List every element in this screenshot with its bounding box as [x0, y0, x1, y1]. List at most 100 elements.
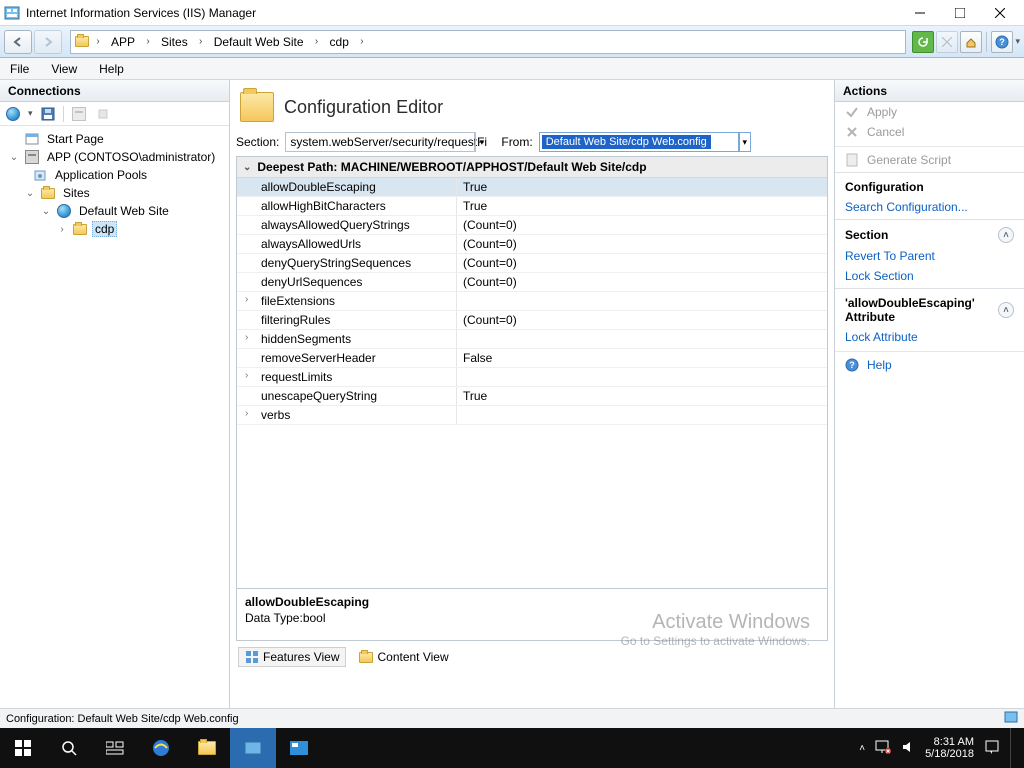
property-row[interactable]: allowDoubleEscapingTrue [237, 178, 827, 197]
menu-view[interactable]: View [47, 60, 81, 78]
collapse-icon[interactable]: ⌄ [8, 152, 20, 163]
tab-features-view[interactable]: Features View [238, 647, 346, 667]
tab-content-view[interactable]: Content View [352, 647, 455, 667]
taskbar-ie[interactable] [138, 728, 184, 768]
collapse-icon[interactable]: ⌄ [243, 162, 251, 173]
property-row[interactable]: removeServerHeaderFalse [237, 349, 827, 368]
folder-icon [40, 185, 56, 201]
property-row[interactable]: verbs [237, 406, 827, 425]
chevron-right-icon[interactable]: › [93, 36, 103, 47]
chevron-right-icon[interactable]: › [357, 36, 367, 47]
taskbar-app[interactable] [276, 728, 322, 768]
property-row[interactable]: denyQueryStringSequences(Count=0) [237, 254, 827, 273]
collapse-icon[interactable]: ˄ [998, 227, 1014, 243]
from-combo[interactable]: Default Web Site/cdp Web.config ▾ [539, 132, 751, 152]
chevron-right-icon[interactable]: › [312, 36, 322, 47]
tree-label: cdp [92, 221, 117, 237]
address-segment[interactable]: Default Web Site [210, 32, 308, 52]
property-row[interactable]: unescapeQueryStringTrue [237, 387, 827, 406]
show-desktop[interactable] [1010, 728, 1016, 768]
connections-panel: Connections ▾ Start Page ⌄ APP (CONTOSO\… [0, 80, 230, 708]
property-value[interactable]: True [457, 178, 827, 196]
property-value[interactable]: True [457, 387, 827, 405]
tray-up-icon[interactable]: ˄ [859, 743, 865, 754]
action-help[interactable]: ? Help [835, 351, 1024, 375]
volume-icon[interactable] [901, 740, 915, 757]
address-segment[interactable]: Sites [157, 32, 192, 52]
property-value[interactable]: (Count=0) [457, 216, 827, 234]
address-bar[interactable]: › APP › Sites › Default Web Site › cdp › [70, 30, 906, 54]
home-button[interactable] [960, 31, 982, 53]
stop-button[interactable] [936, 31, 958, 53]
dropdown-icon[interactable]: ▾ [1015, 36, 1020, 47]
property-row[interactable]: allowHighBitCharactersTrue [237, 197, 827, 216]
forward-button[interactable] [34, 30, 62, 54]
property-value[interactable]: (Count=0) [457, 311, 827, 329]
property-row[interactable]: requestLimits [237, 368, 827, 387]
back-button[interactable] [4, 30, 32, 54]
address-segment[interactable]: cdp [326, 32, 353, 52]
propgrid-header[interactable]: ⌄ Deepest Path: MACHINE/WEBROOT/APPHOST/… [237, 157, 827, 178]
tree-start-page[interactable]: Start Page [2, 130, 227, 148]
dropdown-icon[interactable]: ▾ [739, 132, 751, 152]
stop-icon[interactable] [94, 105, 112, 123]
save-icon[interactable] [39, 105, 57, 123]
property-row[interactable]: hiddenSegments [237, 330, 827, 349]
tree-app-pools[interactable]: Application Pools [2, 166, 227, 184]
connect-icon[interactable] [4, 105, 22, 123]
folder-icon [72, 221, 88, 237]
property-value[interactable] [457, 406, 827, 424]
property-name: denyQueryStringSequences [237, 254, 457, 272]
chevron-right-icon[interactable]: › [196, 36, 206, 47]
property-row[interactable]: filteringRules(Count=0) [237, 311, 827, 330]
property-value[interactable]: (Count=0) [457, 235, 827, 253]
dropdown-icon[interactable]: ▾ [475, 132, 487, 152]
property-name: fileExtensions [237, 292, 457, 310]
property-row[interactable]: fileExtensions [237, 292, 827, 311]
property-value[interactable]: (Count=0) [457, 273, 827, 291]
start-button[interactable] [0, 728, 46, 768]
menu-help[interactable]: Help [95, 60, 128, 78]
property-row[interactable]: alwaysAllowedQueryStrings(Count=0) [237, 216, 827, 235]
chevron-right-icon[interactable]: › [143, 36, 153, 47]
property-value[interactable] [457, 292, 827, 310]
address-segment[interactable]: APP [107, 32, 139, 52]
collapse-icon[interactable]: ˄ [998, 302, 1014, 318]
expand-icon[interactable]: › [56, 224, 68, 235]
collapse-icon[interactable]: ⌄ [40, 206, 52, 217]
notifications-icon[interactable] [984, 739, 1000, 758]
action-revert-to-parent[interactable]: Revert To Parent [835, 246, 1024, 266]
task-view-button[interactable] [92, 728, 138, 768]
up-icon[interactable] [70, 105, 88, 123]
property-row[interactable]: denyUrlSequences(Count=0) [237, 273, 827, 292]
property-value[interactable]: (Count=0) [457, 254, 827, 272]
maximize-button[interactable] [940, 0, 980, 26]
help-button[interactable]: ? [991, 31, 1013, 53]
property-value[interactable]: False [457, 349, 827, 367]
tree-sites[interactable]: ⌄ Sites [2, 184, 227, 202]
tree-cdp[interactable]: › cdp [2, 220, 227, 238]
search-button[interactable] [46, 728, 92, 768]
collapse-icon[interactable]: ⌄ [24, 188, 36, 199]
action-lock-attribute[interactable]: Lock Attribute [835, 327, 1024, 347]
dropdown-icon[interactable]: ▾ [28, 108, 33, 119]
tree-default-site[interactable]: ⌄ Default Web Site [2, 202, 227, 220]
refresh-button[interactable] [912, 31, 934, 53]
property-row[interactable]: alwaysAllowedUrls(Count=0) [237, 235, 827, 254]
taskbar-iis[interactable] [230, 728, 276, 768]
minimize-button[interactable] [900, 0, 940, 26]
property-value[interactable]: True [457, 197, 827, 215]
network-icon[interactable] [875, 740, 891, 757]
actions-panel: Actions Apply Cancel Generate Script Con… [834, 80, 1024, 708]
tree-label: Default Web Site [76, 203, 172, 219]
property-value[interactable] [457, 330, 827, 348]
action-lock-section[interactable]: Lock Section [835, 266, 1024, 286]
menu-file[interactable]: File [6, 60, 33, 78]
tree-server[interactable]: ⌄ APP (CONTOSO\administrator) [2, 148, 227, 166]
clock[interactable]: 8:31 AM 5/18/2018 [925, 736, 974, 760]
action-search-configuration[interactable]: Search Configuration... [835, 197, 1024, 217]
close-button[interactable] [980, 0, 1020, 26]
taskbar-explorer[interactable] [184, 728, 230, 768]
section-combo[interactable]: system.webServer/security/requestFi ▾ [285, 132, 487, 152]
property-value[interactable] [457, 368, 827, 386]
